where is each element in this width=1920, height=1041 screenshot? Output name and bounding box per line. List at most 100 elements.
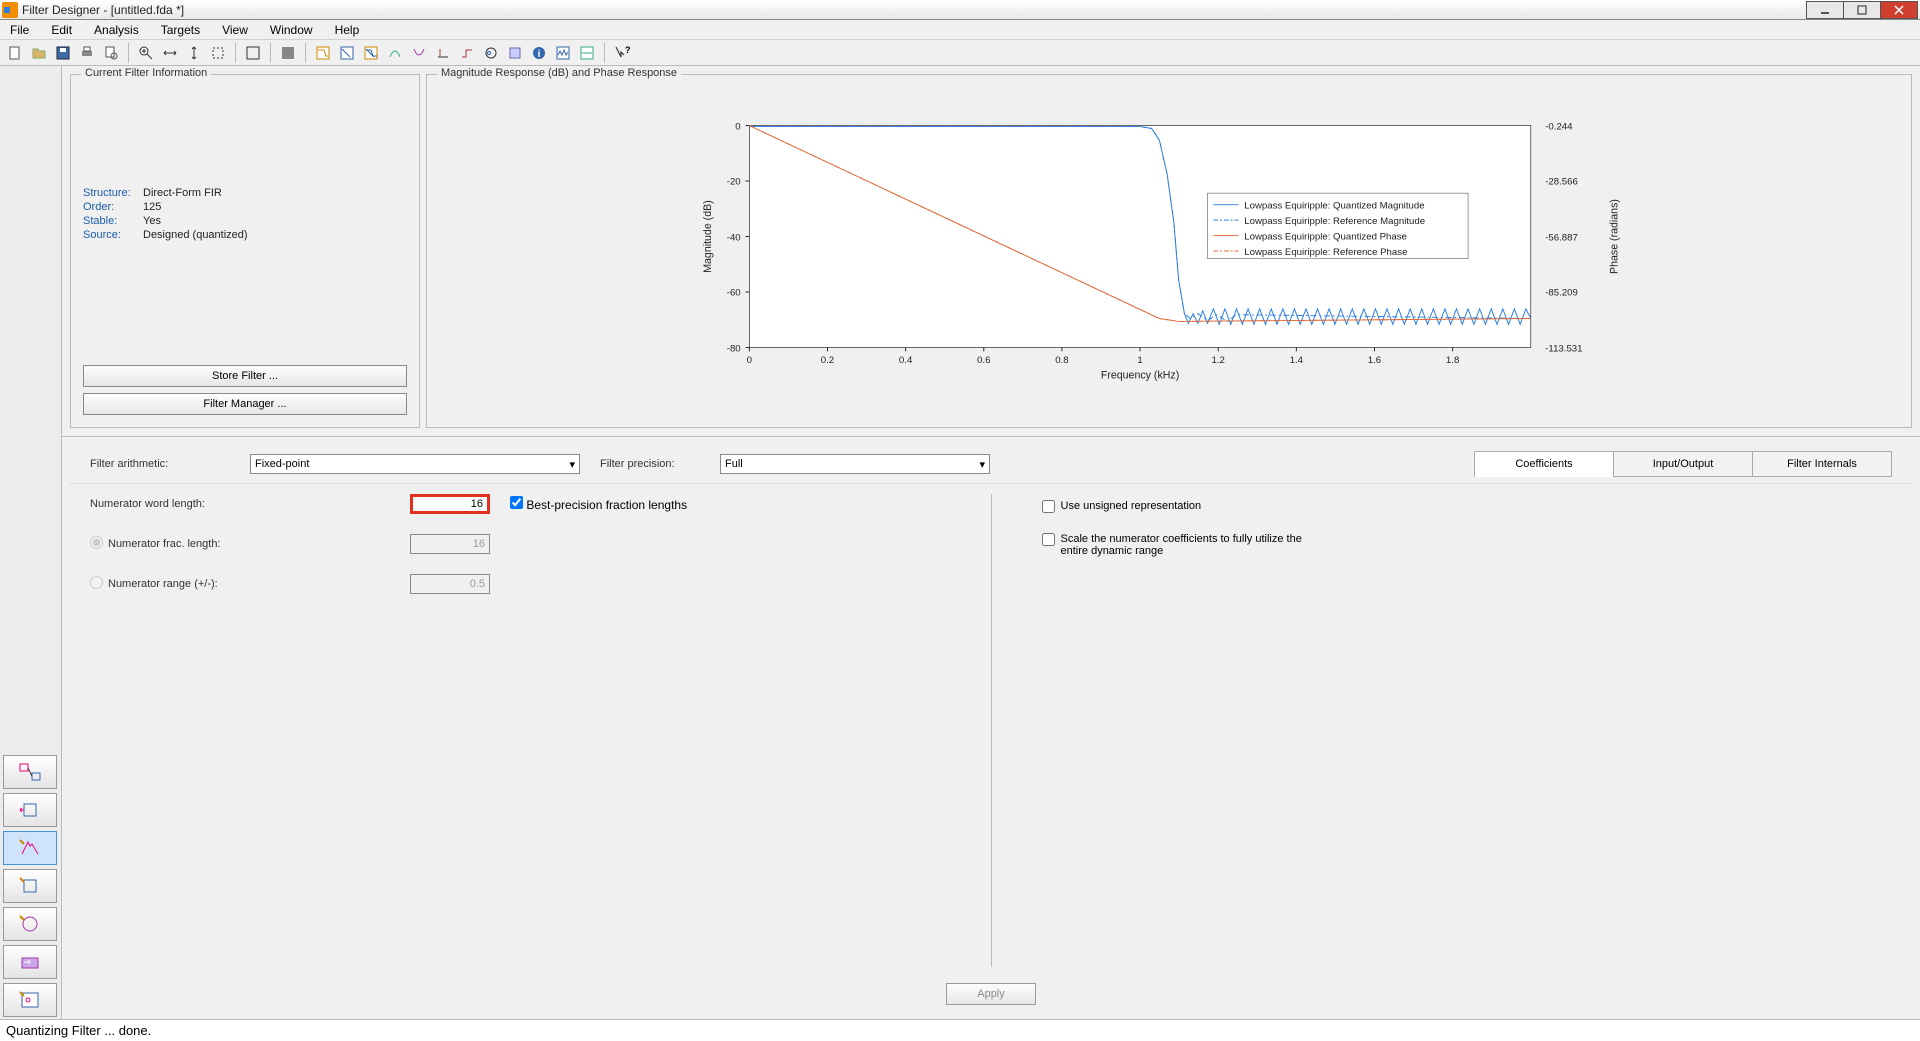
info-val-source: Designed (quantized): [143, 229, 248, 241]
info-val-structure: Direct-Form FIR: [143, 187, 222, 199]
prec-select[interactable]: Full ▾: [720, 454, 990, 474]
svg-text:0.4: 0.4: [899, 355, 913, 366]
group-delay-icon[interactable]: [384, 42, 406, 64]
app-icon: [2, 2, 18, 18]
svg-text:-56.887: -56.887: [1545, 232, 1578, 243]
num-range-input: [410, 574, 490, 594]
context-help-icon[interactable]: ?: [611, 42, 633, 64]
svg-text:0.6: 0.6: [977, 355, 990, 366]
svg-text:Lowpass Equiripple: Quantized: Lowpass Equiripple: Quantized Phase: [1244, 231, 1407, 242]
svg-text:0: 0: [735, 121, 740, 132]
new-icon[interactable]: [4, 42, 26, 64]
tab-input-output[interactable]: Input/Output: [1613, 451, 1753, 477]
arith-select[interactable]: Fixed-point ▾: [250, 454, 580, 474]
phase-icon[interactable]: [336, 42, 358, 64]
open-icon[interactable]: [28, 42, 50, 64]
status-text: Quantizing Filter ... done.: [6, 1023, 151, 1038]
info-key-source: Source:: [83, 229, 143, 241]
filter-manager-button[interactable]: Filter Manager ...: [83, 393, 407, 415]
unsigned-label: Use unsigned representation: [1061, 500, 1202, 512]
svg-text:1.8: 1.8: [1446, 355, 1459, 366]
tab-coefficients[interactable]: Coefficients: [1474, 451, 1614, 477]
svg-text:i: i: [538, 49, 541, 60]
best-precision-checkbox[interactable]: [510, 496, 523, 509]
minimize-button[interactable]: [1806, 1, 1844, 19]
menu-file[interactable]: File: [6, 21, 33, 39]
info-key-stable: Stable:: [83, 215, 143, 227]
full-view-icon[interactable]: [242, 42, 264, 64]
filter-info-legend: Current Filter Information: [81, 67, 211, 79]
impulse-icon[interactable]: [432, 42, 454, 64]
scale-label: Scale the numerator coefficients to full…: [1061, 533, 1321, 557]
pole-zero-icon[interactable]: [480, 42, 502, 64]
mag-phase-icon[interactable]: [360, 42, 382, 64]
menu-help[interactable]: Help: [331, 21, 364, 39]
multirate-button[interactable]: [3, 907, 57, 941]
info-icon[interactable]: i: [528, 42, 550, 64]
design-filter-button[interactable]: [3, 755, 57, 789]
coefficients-icon[interactable]: [504, 42, 526, 64]
maximize-button[interactable]: [1843, 1, 1881, 19]
quantization-panel: Filter arithmetic: Fixed-point ▾ Filter …: [62, 436, 1920, 1019]
import-filter-button[interactable]: [3, 793, 57, 827]
zoom-in-icon[interactable]: [135, 42, 157, 64]
print-preview-icon[interactable]: [100, 42, 122, 64]
unsigned-checkbox[interactable]: [1042, 500, 1055, 513]
svg-text:Lowpass Equiripple: Reference: Lowpass Equiripple: Reference Magnitude: [1244, 216, 1425, 227]
restore-view-icon[interactable]: [207, 42, 229, 64]
phase-delay-icon[interactable]: [408, 42, 430, 64]
num-range-radio: [90, 576, 103, 589]
store-filter-button[interactable]: Store Filter ...: [83, 365, 407, 387]
menu-window[interactable]: Window: [266, 21, 317, 39]
filter-specs-icon[interactable]: [277, 42, 299, 64]
svg-text:0.8: 0.8: [1055, 355, 1068, 366]
num-frac-input: [410, 534, 490, 554]
x-ticks: 0 0.2 0.4 0.6 0.8 1 1.2 1.4 1.6 1.8: [747, 347, 1460, 365]
info-val-order: 125: [143, 201, 161, 213]
menu-analysis[interactable]: Analysis: [90, 21, 143, 39]
zoom-x-icon[interactable]: [159, 42, 181, 64]
info-key-structure: Structure:: [83, 187, 143, 199]
filter-info-panel: Current Filter Information Structure:Dir…: [70, 74, 420, 428]
svg-text:-28.566: -28.566: [1545, 176, 1578, 187]
transform-button[interactable]: [3, 945, 57, 979]
menu-view[interactable]: View: [218, 21, 252, 39]
plot-legend-title: Magnitude Response (dB) and Phase Respon…: [437, 67, 681, 79]
num-word-input[interactable]: [410, 494, 490, 514]
svg-text:1.6: 1.6: [1368, 355, 1381, 366]
y-right-ticks: -0.244 -28.566 -56.887 -85.209 -113.531: [1545, 121, 1582, 354]
num-frac-radio: [90, 536, 103, 549]
svg-text:1: 1: [1137, 355, 1142, 366]
info-key-order: Order:: [83, 201, 143, 213]
set-quantization-button[interactable]: [3, 831, 57, 865]
x-axis-label: Frequency (kHz): [1101, 369, 1179, 381]
response-plot[interactable]: 0 0.2 0.4 0.6 0.8 1 1.2 1.4 1.6 1.8 0: [439, 87, 1899, 415]
close-button[interactable]: [1880, 1, 1918, 19]
svg-text:Lowpass Equiripple: Quantized: Lowpass Equiripple: Quantized Magnitude: [1244, 201, 1424, 212]
best-precision-label: Best-precision fraction lengths: [526, 498, 687, 512]
pole-zero-editor-button[interactable]: [3, 983, 57, 1017]
round-off-icon[interactable]: [576, 42, 598, 64]
num-frac-label: Numerator frac. length:: [108, 538, 410, 550]
y-right-label: Phase (radians): [1609, 199, 1621, 274]
tab-filter-internals[interactable]: Filter Internals: [1752, 451, 1892, 477]
realize-model-button[interactable]: [3, 869, 57, 903]
prec-label: Filter precision:: [600, 458, 700, 470]
menu-targets[interactable]: Targets: [157, 21, 204, 39]
num-word-label: Numerator word length:: [90, 498, 410, 510]
magnitude-icon[interactable]: [312, 42, 334, 64]
scale-checkbox[interactable]: [1042, 533, 1055, 546]
svg-text:-40: -40: [727, 232, 741, 243]
response-plot-panel: Magnitude Response (dB) and Phase Respon…: [426, 74, 1912, 428]
window-title: Filter Designer - [untitled.fda *]: [22, 3, 184, 17]
magnitude-noise-icon[interactable]: [552, 42, 574, 64]
print-icon[interactable]: [76, 42, 98, 64]
zoom-y-icon[interactable]: [183, 42, 205, 64]
menu-edit[interactable]: Edit: [47, 21, 76, 39]
svg-text:1.2: 1.2: [1212, 355, 1225, 366]
side-toolbar: [0, 66, 62, 1019]
save-icon[interactable]: [52, 42, 74, 64]
step-icon[interactable]: [456, 42, 478, 64]
svg-text:-0.244: -0.244: [1545, 121, 1573, 132]
apply-button[interactable]: Apply: [946, 983, 1036, 1005]
